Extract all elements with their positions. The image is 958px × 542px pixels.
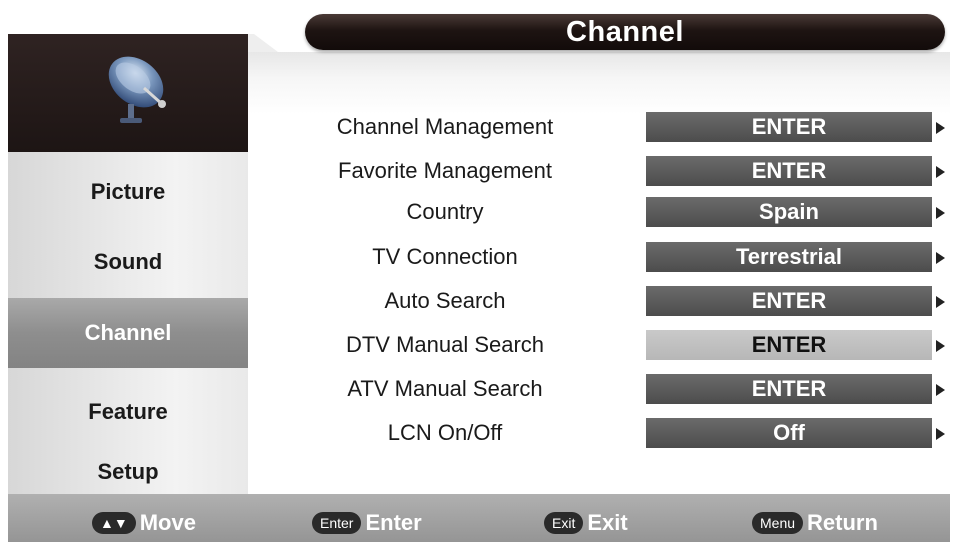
hint-return: Menu Return <box>752 510 878 536</box>
row-label: ATV Manual Search <box>347 376 543 401</box>
row-label: DTV Manual Search <box>345 332 545 357</box>
arrow-right-icon <box>936 122 945 134</box>
hint-move: ▲▼ Move <box>92 510 196 536</box>
enter-key-icon: Enter <box>312 512 362 534</box>
hint-label: Return <box>807 510 878 535</box>
row-label: TV Connection <box>372 244 518 269</box>
satellite-dish-icon <box>100 48 178 133</box>
row-label: Country <box>406 199 484 224</box>
auto-search-enter-button[interactable]: ENTER <box>646 286 932 316</box>
row-lcn-onoff[interactable]: LCN On/Off Off <box>260 414 950 452</box>
up-down-icon: ▲▼ <box>92 512 136 534</box>
sidebar-item-channel[interactable]: Channel <box>8 298 248 368</box>
row-country[interactable]: Country Spain <box>260 193 950 231</box>
arrow-right-icon <box>936 384 945 396</box>
arrow-right-icon <box>936 252 945 264</box>
hint-label: Move <box>139 510 196 535</box>
hint-exit: Exit Exit <box>544 510 628 536</box>
favorite-management-enter-button[interactable]: ENTER <box>646 156 932 186</box>
sidebar-item-sound[interactable]: Sound <box>8 232 248 292</box>
arrow-right-icon <box>936 340 945 352</box>
menu-key-icon: Menu <box>752 512 804 534</box>
row-label: Channel Management <box>336 114 554 139</box>
row-auto-search[interactable]: Auto Search ENTER <box>260 282 950 320</box>
arrow-right-icon <box>936 207 945 219</box>
arrow-right-icon <box>936 296 945 308</box>
lcn-toggle[interactable]: Off <box>646 418 932 448</box>
sidebar-item-setup[interactable]: Setup <box>8 442 248 502</box>
sidebar-item-label: Channel <box>84 320 172 345</box>
exit-key-icon: Exit <box>544 512 584 534</box>
sidebar-item-label: Sound <box>93 249 163 274</box>
sidebar-item-picture[interactable]: Picture <box>8 162 248 222</box>
row-favorite-management[interactable]: Favorite Management ENTER <box>260 152 950 190</box>
sidebar-item-label: Feature <box>88 399 168 424</box>
sidebar-item-feature[interactable]: Feature <box>8 382 248 442</box>
hint-label: Exit <box>587 510 628 535</box>
row-channel-management[interactable]: Channel Management ENTER <box>260 108 950 146</box>
row-dtv-manual-search[interactable]: DTV Manual Search ENTER <box>260 326 950 364</box>
title-bar: Channel <box>305 14 945 50</box>
arrow-right-icon <box>936 166 945 178</box>
page-title: Channel <box>566 15 684 48</box>
row-label: Favorite Management <box>338 158 552 183</box>
country-select[interactable]: Spain <box>646 197 932 227</box>
row-tv-connection[interactable]: TV Connection Terrestrial <box>260 238 950 276</box>
hint-label: Enter <box>365 510 422 535</box>
tv-connection-select[interactable]: Terrestrial <box>646 242 932 272</box>
sidebar-item-label: Picture <box>90 179 166 204</box>
arrow-right-icon <box>936 428 945 440</box>
sidebar-item-label: Setup <box>97 459 159 484</box>
atv-manual-search-enter-button[interactable]: ENTER <box>646 374 932 404</box>
row-label: Auto Search <box>384 288 506 313</box>
channel-management-enter-button[interactable]: ENTER <box>646 112 932 142</box>
row-atv-manual-search[interactable]: ATV Manual Search ENTER <box>260 370 950 408</box>
dtv-manual-search-enter-button[interactable]: ENTER <box>646 330 932 360</box>
hint-enter: Enter Enter <box>312 510 422 536</box>
row-label: LCN On/Off <box>387 420 503 445</box>
